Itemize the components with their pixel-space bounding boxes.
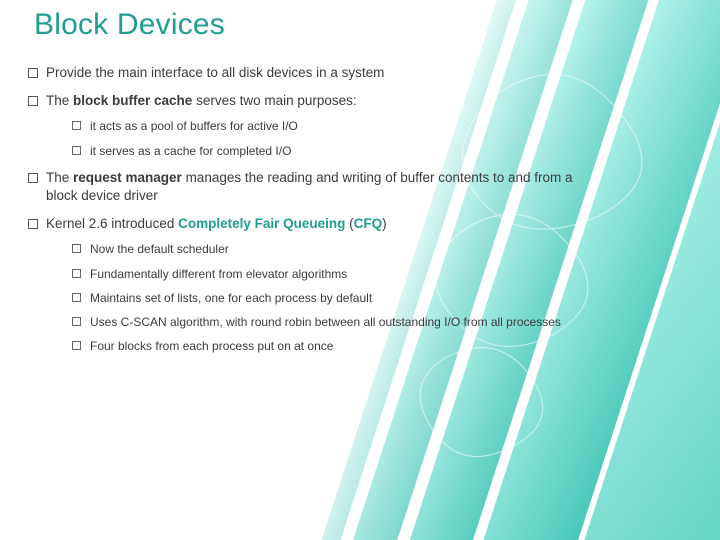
bullet-3: The request manager manages the reading … [24, 169, 584, 205]
bullet-4-sub-4: Uses C-SCAN algorithm, with round robin … [70, 314, 584, 330]
text-fragment: serves two main purposes: [192, 93, 356, 108]
text-fragment: ( [345, 216, 353, 231]
bullet-2-sub-1: it acts as a pool of buffers for active … [70, 118, 584, 134]
slide-title: Block Devices [34, 8, 225, 42]
emphasis-request-manager: request manager [73, 170, 182, 185]
text-fragment: Kernel 2.6 introduced [46, 216, 178, 231]
bullet-1: Provide the main interface to all disk d… [24, 64, 584, 82]
bullet-4-sub-3: Maintains set of lists, one for each pro… [70, 290, 584, 306]
bullet-4-sub-1: Now the default scheduler [70, 241, 584, 257]
text-fragment: The [46, 170, 73, 185]
bullet-2: The block buffer cache serves two main p… [24, 92, 584, 159]
bullet-4: Kernel 2.6 introduced Completely Fair Qu… [24, 215, 584, 354]
bullet-4-sub-5: Four blocks from each process put on at … [70, 338, 584, 354]
text-fragment: The [46, 93, 73, 108]
emphasis-cfq-abbr: CFQ [354, 216, 383, 231]
slide-body: Provide the main interface to all disk d… [24, 64, 584, 364]
bullet-2-sub-2: it serves as a cache for completed I/O [70, 143, 584, 159]
text-fragment: ) [382, 216, 387, 231]
emphasis-block-buffer-cache: block buffer cache [73, 93, 192, 108]
bullet-4-sub-2: Fundamentally different from elevator al… [70, 266, 584, 282]
emphasis-cfq-name: Completely Fair Queueing [178, 216, 345, 231]
